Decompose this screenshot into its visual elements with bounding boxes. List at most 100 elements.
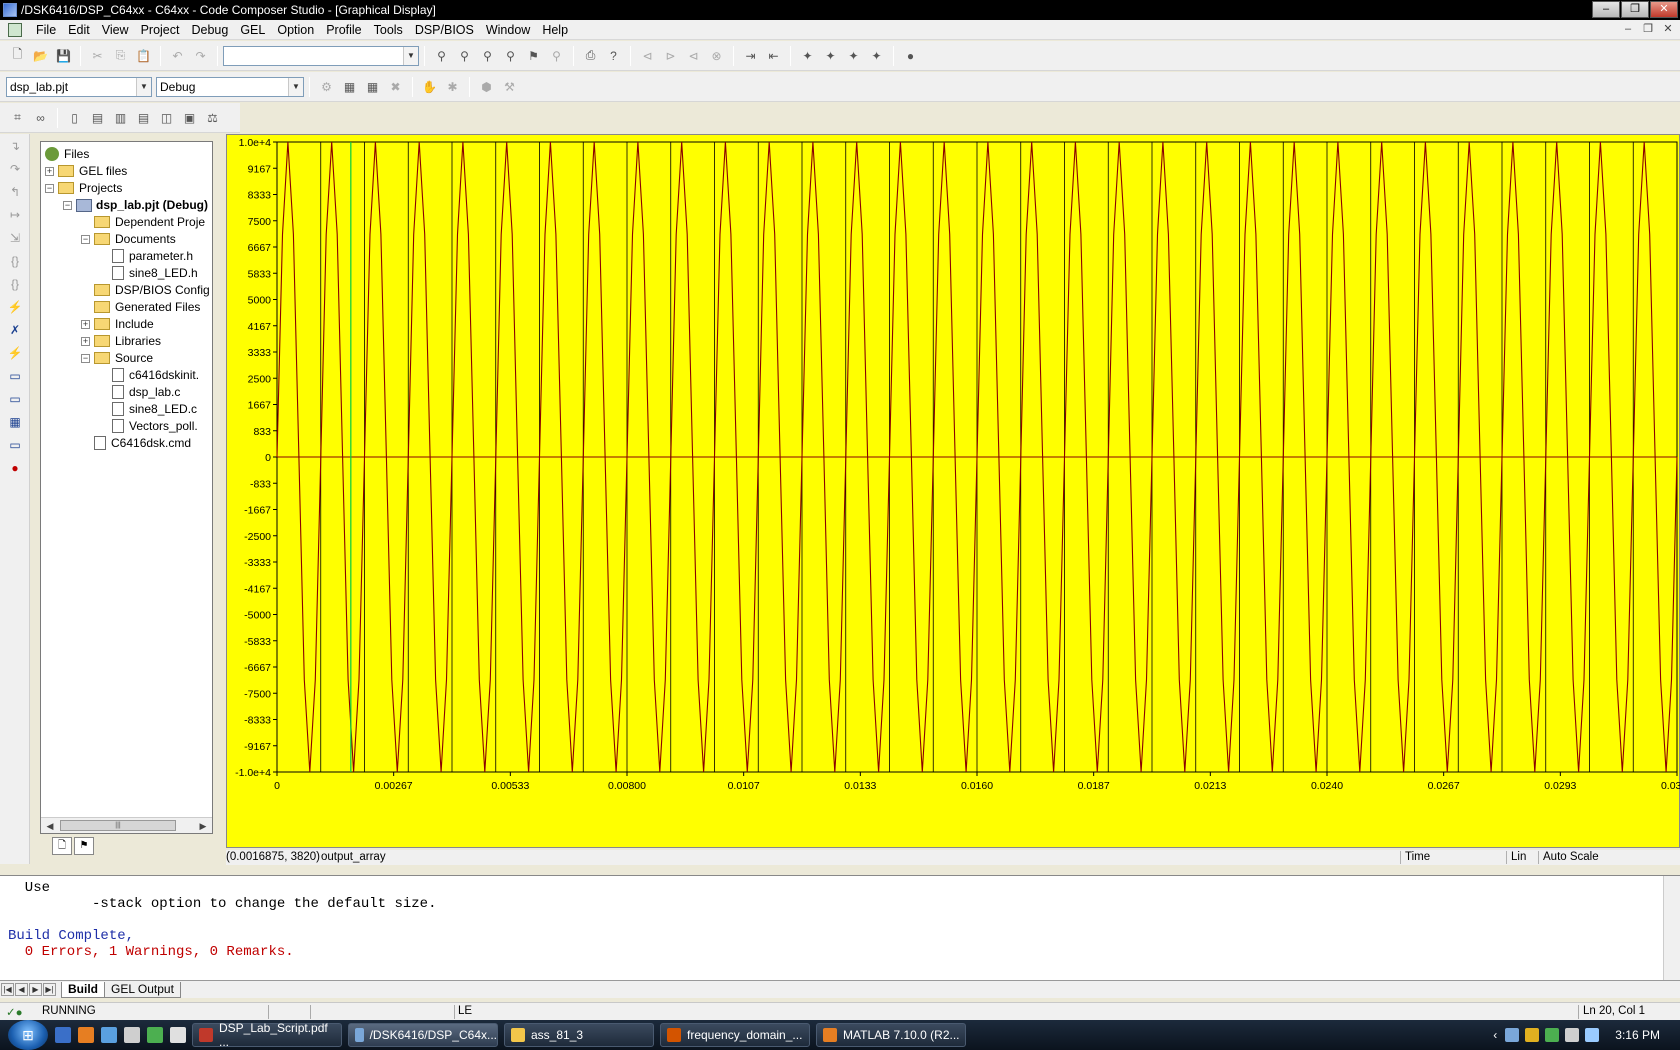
find-in-files-icon[interactable]: ⚲ [501,46,520,65]
clipboard-icon[interactable]: ▯ [65,108,84,127]
run-to-cursor-icon[interactable]: ↦ [6,208,24,226]
tree-item[interactable]: − Projects [45,179,122,197]
mdi-minimize-button[interactable]: – [1620,22,1636,37]
file-view-tab[interactable]: 🗋 [52,837,72,855]
expand-icon[interactable]: + [81,319,90,329]
tab-next-icon[interactable]: ▶ [29,983,42,996]
menu-debug[interactable]: Debug [185,23,234,37]
step-out-icon[interactable]: ↰ [6,185,24,203]
taskbar-item[interactable]: MATLAB 7.10.0 (R2... [816,1023,966,1047]
scroll-right-icon[interactable]: ▶ [196,819,210,833]
breakpoint-icon[interactable]: ● [901,46,920,65]
stop-icon[interactable]: ✖ [386,77,405,96]
save-icon[interactable]: 💾 [54,46,73,65]
memory-icon[interactable]: ▤ [88,108,107,127]
registers-icon[interactable]: ▥ [111,108,130,127]
chevron-down-icon[interactable]: ▼ [403,46,418,65]
profile-icon[interactable]: ⬢ [477,77,496,96]
mdi-close-button[interactable]: ✕ [1660,22,1676,37]
redo-icon[interactable]: ↷ [191,46,210,65]
print-icon[interactable]: ⎙ [581,46,600,65]
rebuild-all-icon[interactable]: ▦ [363,77,382,96]
set-pc-icon[interactable]: ⇲ [6,231,24,249]
menu-option[interactable]: Option [271,23,320,37]
tree-item[interactable]: + Libraries [81,332,161,350]
paste-icon[interactable]: 📋 [134,46,153,65]
tree-item[interactable]: DSP/BIOS Config [81,281,210,299]
graph-icon[interactable]: ⌗ [8,108,27,127]
menu-project[interactable]: Project [135,23,186,37]
rebuild-icon[interactable]: ✦ [844,46,863,65]
graphical-display[interactable]: 1.0e+4 9167 8333 7500 6667 5833 5000 4167 3333 25… [226,134,1680,848]
tree-item[interactable]: C6416dsk.cmd [81,434,191,452]
menu-window[interactable]: Window [480,23,536,37]
menu-profile[interactable]: Profile [320,23,367,37]
bookmark-next-icon[interactable]: ⊳ [661,46,680,65]
animate-icon[interactable]: ⚡ [6,346,24,364]
tab-prev-icon[interactable]: ◀ [15,983,28,996]
find-prev-icon[interactable]: ⚲ [478,46,497,65]
taskbar-item-active[interactable]: /DSK6416/DSP_C64x... [348,1023,498,1047]
tab-first-icon[interactable]: |◀ [1,983,14,996]
tree-horizontal-scrollbar[interactable]: ◀ ||| ▶ [41,817,212,833]
show-desktop-icon[interactable] [55,1027,71,1043]
clock[interactable]: 3:16 PM [1615,1028,1660,1042]
menu-dspbios[interactable]: DSP/BIOS [409,23,480,37]
security-icon[interactable] [1525,1028,1540,1042]
halt-icon[interactable]: ✗ [6,323,24,341]
hand-icon[interactable]: ✋ [420,77,439,96]
firefox-icon[interactable] [78,1027,94,1043]
probe-icon[interactable]: ⚖ [203,108,222,127]
bookmark-find-icon[interactable]: ⚑ [524,46,543,65]
collapse-icon[interactable]: − [45,183,54,193]
toggle-probe-icon[interactable]: ✱ [443,77,462,96]
plot-canvas[interactable]: 1.0e+4 9167 8333 7500 6667 5833 5000 4167 3333 25… [227,135,1680,849]
compile-icon[interactable]: ✦ [798,46,817,65]
taskbar-item[interactable]: ass_81_3 [504,1023,654,1047]
explorer-icon[interactable] [124,1027,140,1043]
tree-item[interactable]: + Include [81,315,154,333]
menu-edit[interactable]: Edit [62,23,96,37]
tree-item[interactable]: − Source [81,349,153,367]
app-quicklaunch-icon[interactable] [101,1027,117,1043]
menu-file[interactable]: File [30,23,62,37]
tree-item[interactable]: − dsp_lab.pjt (Debug) [63,196,208,214]
outdent-icon[interactable]: ⇤ [764,46,783,65]
image-icon[interactable]: ▣ [180,108,199,127]
step-over-icon[interactable]: ↷ [6,162,24,180]
tab-last-icon[interactable]: ▶| [43,983,56,996]
indent-icon[interactable]: ⇥ [741,46,760,65]
find-icon[interactable]: ⚲ [432,46,451,65]
compile-file-icon[interactable]: ⚙ [317,77,336,96]
tree-root[interactable]: Files [45,145,89,163]
copy-icon[interactable]: ⎘ [111,46,130,65]
find-replace-icon[interactable]: ⚲ [547,46,566,65]
find-next-icon[interactable]: ⚲ [455,46,474,65]
bookmark-toggle-icon[interactable]: ⊲ [638,46,657,65]
undo-icon[interactable]: ↶ [168,46,187,65]
tree-item[interactable]: + GEL files [45,162,127,180]
collapse-icon[interactable]: − [63,200,72,210]
bookmark-clear-icon[interactable]: ⊗ [707,46,726,65]
new-file-icon[interactable]: 🗋 [8,46,27,65]
chrome-icon[interactable] [147,1027,163,1043]
taskbar-item[interactable]: DSP_Lab_Script.pdf ... [192,1021,342,1049]
chevron-down-icon[interactable]: ▼ [288,77,303,96]
update-icon[interactable] [1545,1028,1560,1042]
stop-build-icon[interactable]: ✦ [867,46,886,65]
tree-item[interactable]: Generated Files [81,298,200,316]
project-combo[interactable]: dsp_lab.pjt ▼ [6,76,152,97]
output-vertical-scrollbar[interactable] [1663,876,1680,981]
start-button[interactable]: ⊞ [8,1020,48,1050]
menu-gel[interactable]: GEL [234,23,271,37]
tree-item[interactable]: Vectors_poll. [99,417,198,435]
record-icon[interactable]: ● [6,461,24,479]
tree-item[interactable]: c6416dskinit. [99,366,199,384]
volume-icon[interactable] [1565,1028,1580,1042]
tree-item[interactable]: parameter.h [99,247,193,265]
graph-window-icon[interactable]: ◫ [157,108,176,127]
window-switch-icon[interactable] [170,1027,186,1043]
disassembly-icon[interactable]: ▤ [134,108,153,127]
tree-item[interactable]: sine8_LED.h [99,264,198,282]
minimize-button[interactable]: – [1592,1,1620,18]
